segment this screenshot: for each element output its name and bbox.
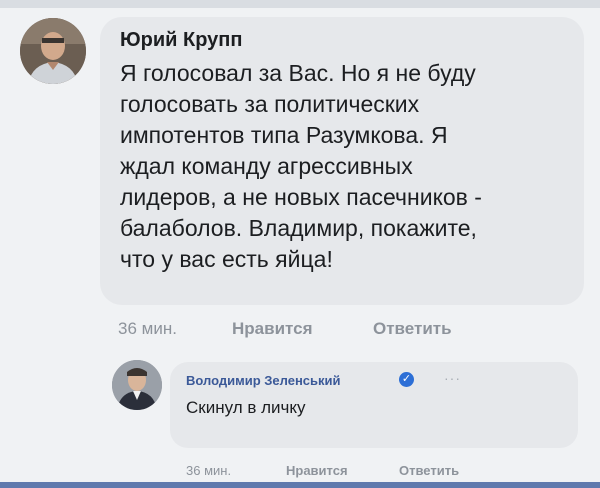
comment-text: Я голосовал за Вас. Но я не буду голосов… bbox=[120, 58, 570, 275]
reply-timestamp[interactable]: 36 мин. bbox=[186, 463, 231, 478]
reply-avatar[interactable] bbox=[112, 360, 162, 410]
comment-line: Я голосовал за Вас. Но я не буду bbox=[120, 60, 476, 86]
bottom-edge bbox=[0, 482, 600, 488]
comment-line: ждал команду агрессивных bbox=[120, 153, 413, 179]
comment-line: что у вас есть яйца! bbox=[120, 246, 333, 272]
comment-line: лидеров, а не новых пасечников - bbox=[120, 184, 482, 210]
reply-text: Скинул в личку bbox=[186, 398, 306, 417]
reply-reply-button[interactable]: Ответить bbox=[399, 463, 459, 478]
check-badge-icon: ✓ bbox=[399, 372, 414, 387]
comment-line: голосовать за политических bbox=[120, 91, 420, 117]
reply-avatar-image bbox=[112, 360, 162, 410]
avatar[interactable] bbox=[20, 18, 86, 84]
reply-like-button[interactable]: Нравится bbox=[286, 463, 348, 478]
reply-button[interactable]: Ответить bbox=[373, 319, 452, 339]
avatar-image bbox=[20, 18, 86, 84]
more-dots-icon[interactable]: ··· bbox=[444, 370, 461, 386]
comment-line: балаболов. Владимир, покажите, bbox=[120, 215, 477, 241]
comment-line: импотентов типа Разумкова. Я bbox=[120, 122, 448, 148]
comment-author[interactable]: Юрий Крупп bbox=[120, 29, 242, 52]
comment-timestamp[interactable]: 36 мин. bbox=[118, 319, 177, 339]
like-button[interactable]: Нравится bbox=[232, 319, 313, 339]
top-edge bbox=[0, 0, 600, 8]
reply-author[interactable]: Володимир Зеленський bbox=[186, 373, 341, 388]
